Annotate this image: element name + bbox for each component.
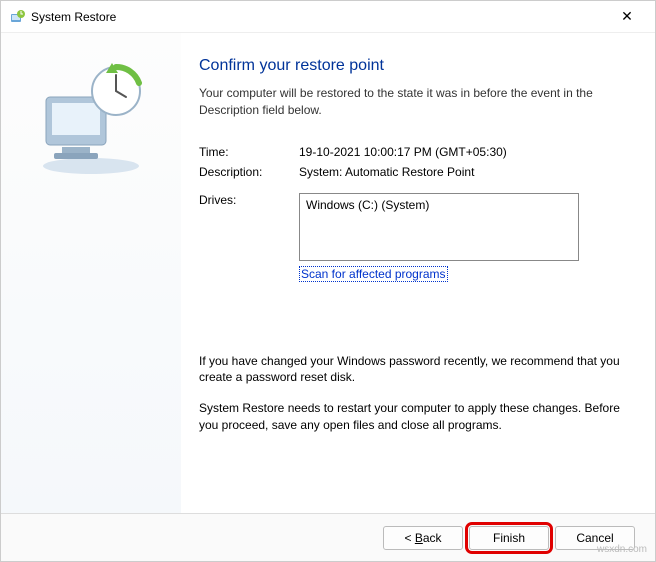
back-prefix: < [404, 531, 414, 545]
drives-label: Drives: [199, 193, 299, 261]
time-label: Time: [199, 145, 299, 159]
restart-note: System Restore needs to restart your com… [199, 400, 627, 434]
drives-list[interactable]: Windows (C:) (System) [299, 193, 579, 261]
main-pane: Confirm your restore point Your computer… [181, 33, 655, 513]
body-area: Confirm your restore point Your computer… [1, 33, 655, 513]
button-bar: < Back Finish Cancel [1, 513, 655, 561]
titlebar: System Restore ✕ [1, 1, 655, 33]
close-button[interactable]: ✕ [607, 3, 647, 31]
restore-illustration [26, 61, 156, 181]
drive-item: Windows (C:) (System) [306, 198, 572, 212]
back-letter: B [415, 531, 423, 545]
scan-link-row: Scan for affected programs [299, 267, 627, 281]
description-value: System: Automatic Restore Point [299, 165, 627, 179]
time-row: Time: 19-10-2021 10:00:17 PM (GMT+05:30) [199, 145, 627, 159]
intro-text: Your computer will be restored to the st… [199, 85, 627, 119]
window-title: System Restore [31, 10, 116, 24]
system-restore-icon [9, 9, 25, 25]
back-rest: ack [423, 531, 442, 545]
password-note: If you have changed your Windows passwor… [199, 353, 627, 387]
left-pane [1, 33, 181, 513]
back-button[interactable]: < Back [383, 526, 463, 550]
watermark: wsxdn.com [597, 544, 647, 555]
page-heading: Confirm your restore point [199, 57, 627, 75]
scan-affected-link[interactable]: Scan for affected programs [299, 266, 448, 282]
finish-button[interactable]: Finish [469, 526, 549, 550]
description-row: Description: System: Automatic Restore P… [199, 165, 627, 179]
description-label: Description: [199, 165, 299, 179]
time-value: 19-10-2021 10:00:17 PM (GMT+05:30) [299, 145, 627, 159]
drives-row: Drives: Windows (C:) (System) [199, 193, 627, 261]
